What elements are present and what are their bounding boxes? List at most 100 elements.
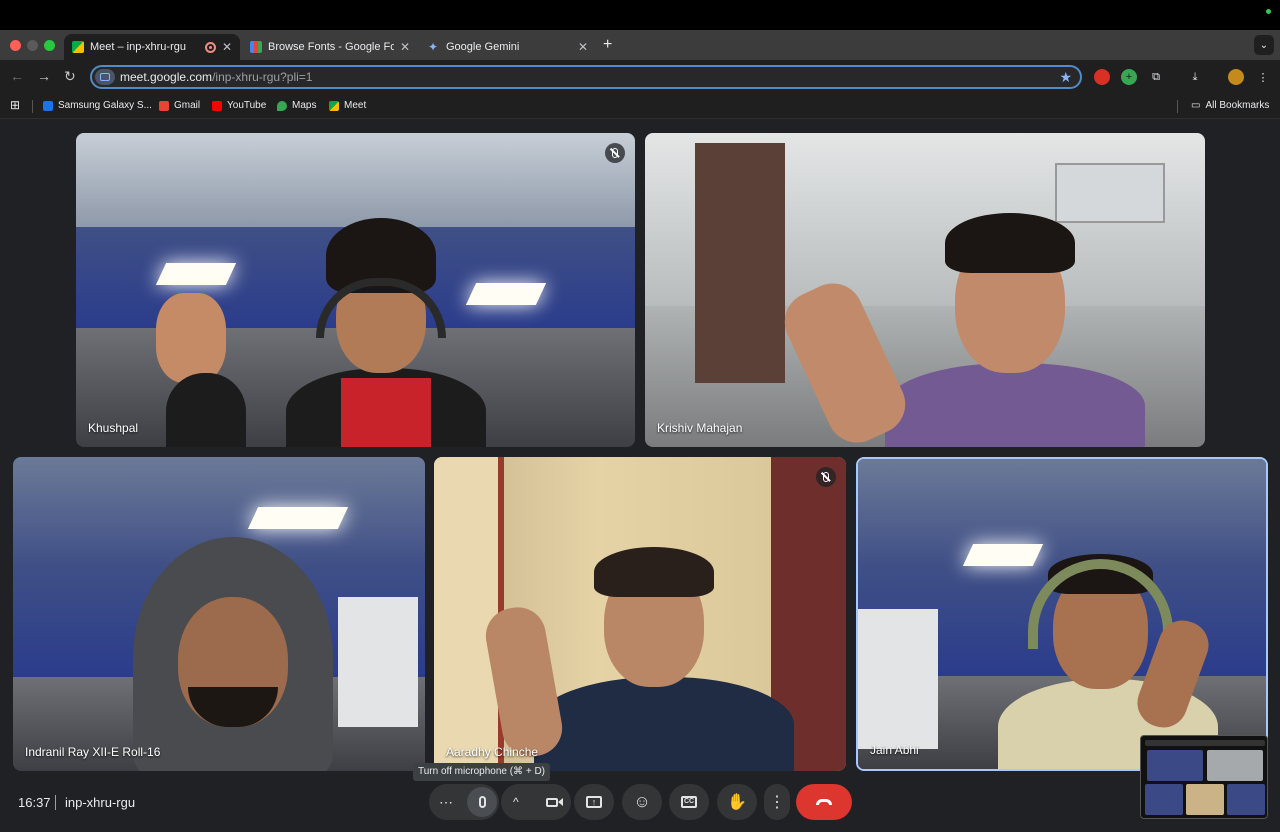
audio-controls: ⋯ bbox=[429, 784, 499, 820]
video-options-chevron-icon[interactable]: ^ bbox=[513, 795, 519, 809]
end-call-icon bbox=[816, 799, 832, 805]
participant-video bbox=[481, 547, 794, 771]
participant-name: Aaradhy Chinche bbox=[446, 745, 539, 759]
participant-tile-krishiv-mahajan[interactable]: Krishiv Mahajan bbox=[645, 133, 1205, 447]
minimize-window-button[interactable] bbox=[27, 40, 38, 51]
cc-icon: CC bbox=[681, 796, 697, 808]
participant-video bbox=[286, 218, 486, 447]
video-icon bbox=[557, 798, 563, 806]
close-tab-icon[interactable]: ✕ bbox=[578, 40, 588, 54]
meeting-code: inp-xhru-rgu bbox=[65, 795, 136, 810]
bookmark-samsung[interactable]: Samsung Galaxy S... bbox=[43, 100, 152, 111]
bookmark-label: YouTube bbox=[227, 100, 267, 111]
profile-avatar[interactable] bbox=[1228, 69, 1244, 85]
bookmarks-divider bbox=[1177, 100, 1178, 113]
fullscreen-window-button[interactable] bbox=[44, 40, 55, 51]
tab-search-button[interactable]: ⌄ bbox=[1254, 35, 1274, 55]
muted-mic-icon bbox=[816, 467, 836, 487]
camera-indicator-icon bbox=[1266, 9, 1271, 14]
raise-hand-button[interactable]: ✋ bbox=[717, 784, 757, 820]
close-tab-icon[interactable]: ✕ bbox=[400, 40, 410, 54]
microphone-tooltip: Turn off microphone (⌘ + D) bbox=[413, 763, 550, 781]
participant-tile-aaradhy-chinche[interactable]: Aaradhy Chinche bbox=[434, 457, 846, 771]
tab-meet[interactable]: Meet – inp-xhru-rgu ✕ bbox=[64, 34, 240, 60]
video-background bbox=[76, 133, 635, 228]
all-bookmarks-button[interactable]: ▭ All Bookmarks bbox=[1191, 100, 1269, 111]
bookmark-label: Meet bbox=[344, 100, 367, 111]
video-background bbox=[858, 609, 938, 749]
leave-call-button[interactable] bbox=[796, 784, 852, 820]
microphone-button[interactable] bbox=[467, 787, 497, 817]
participant-name: Indranil Ray XII-E Roll-16 bbox=[25, 745, 161, 759]
back-button[interactable]: ← bbox=[10, 68, 24, 84]
camera-button[interactable] bbox=[539, 787, 569, 817]
participant-tile-indranil-ray[interactable]: Indranil Ray XII-E Roll-16 bbox=[13, 457, 425, 771]
bookmarks-bar: ⊞ Samsung Galaxy S... Gmail YouTube Maps… bbox=[0, 94, 1280, 119]
participant-video bbox=[774, 213, 1145, 447]
participant-video bbox=[146, 293, 246, 447]
video-controls: ^ bbox=[501, 784, 571, 820]
new-tab-button[interactable]: + bbox=[603, 36, 612, 54]
more-vert-icon: ⋮ bbox=[769, 794, 785, 811]
participant-name: Jain Abhi bbox=[870, 743, 919, 757]
meet-icon bbox=[329, 100, 339, 111]
close-tab-icon[interactable]: ✕ bbox=[222, 40, 232, 54]
bookmark-star-icon[interactable]: ★ bbox=[1059, 69, 1072, 86]
more-audio-options-icon[interactable]: ⋯ bbox=[439, 794, 453, 811]
meet-icon bbox=[72, 41, 84, 53]
close-window-button[interactable] bbox=[10, 40, 21, 51]
divider bbox=[55, 795, 56, 810]
tab-label: Browse Fonts - Google Fonts bbox=[268, 41, 394, 53]
system-menubar bbox=[0, 0, 1280, 30]
folder-icon: ▭ bbox=[1191, 100, 1201, 111]
video-background bbox=[155, 263, 237, 285]
tab-gemini[interactable]: ✦ Google Gemini ✕ bbox=[420, 34, 596, 60]
participant-tile-jain-abhi[interactable]: Jain Abhi bbox=[856, 457, 1268, 771]
forward-button[interactable]: → bbox=[37, 68, 51, 84]
more-options-button[interactable]: ⋮ bbox=[764, 784, 790, 820]
apps-grid-icon[interactable]: ⊞ bbox=[10, 98, 20, 112]
call-controls-bar: 16:37 inp-xhru-rgu ⋯ ^ ↑ ☺ CC ✋ ⋮ bbox=[0, 782, 1280, 832]
meeting-time: 16:37 bbox=[18, 795, 51, 810]
extension-green-icon[interactable]: + bbox=[1121, 69, 1137, 85]
video-background bbox=[338, 597, 418, 727]
video-background bbox=[247, 507, 349, 529]
tab-strip: Meet – inp-xhru-rgu ✕ Browse Fonts - Goo… bbox=[0, 30, 1280, 60]
present-icon: ↑ bbox=[586, 796, 602, 808]
reload-button[interactable]: ↻ bbox=[64, 68, 76, 85]
bookmark-gmail[interactable]: Gmail bbox=[159, 100, 200, 111]
recording-icon bbox=[204, 41, 216, 53]
reactions-button[interactable]: ☺ bbox=[622, 784, 662, 820]
captions-button[interactable]: CC bbox=[669, 784, 709, 820]
bookmark-label: Samsung Galaxy S... bbox=[58, 100, 152, 111]
bookmark-youtube[interactable]: YouTube bbox=[212, 100, 266, 111]
present-screen-button[interactable]: ↑ bbox=[574, 784, 614, 820]
participant-name: Krishiv Mahajan bbox=[657, 421, 743, 435]
all-bookmarks-label: All Bookmarks bbox=[1205, 100, 1270, 111]
mic-icon bbox=[478, 796, 486, 808]
downloads-icon[interactable]: ⤓ bbox=[1187, 69, 1203, 85]
site-info-icon[interactable] bbox=[95, 69, 115, 85]
url-path: /inp-xhru-rgu?pli=1 bbox=[212, 70, 313, 84]
participant-tile-khushpal[interactable]: Khushpal bbox=[76, 133, 635, 447]
extension-red-icon[interactable] bbox=[1094, 69, 1110, 85]
tab-label: Meet – inp-xhru-rgu bbox=[90, 41, 186, 53]
address-bar[interactable]: meet.google.com/inp-xhru-rgu?pli=1 ★ bbox=[90, 65, 1082, 89]
muted-mic-icon bbox=[605, 143, 625, 163]
bookmark-label: Gmail bbox=[174, 100, 201, 111]
bookmark-meet[interactable]: Meet bbox=[329, 100, 366, 111]
browser-menu-icon[interactable]: ⋮ bbox=[1255, 69, 1271, 85]
gmail-icon bbox=[159, 100, 169, 111]
tab-google-fonts[interactable]: Browse Fonts - Google Fonts ✕ bbox=[242, 34, 418, 60]
video-icon bbox=[545, 797, 558, 807]
browser-toolbar: ← → ↻ meet.google.com/inp-xhru-rgu?pli=1… bbox=[0, 60, 1280, 94]
participant-video bbox=[133, 537, 333, 771]
video-background bbox=[695, 143, 785, 383]
samsung-icon bbox=[43, 100, 53, 111]
gemini-icon: ✦ bbox=[428, 40, 439, 54]
bookmarks-divider bbox=[32, 100, 33, 113]
hand-icon: ✋ bbox=[727, 794, 747, 811]
google-fonts-icon bbox=[250, 41, 262, 53]
bookmark-maps[interactable]: Maps bbox=[277, 100, 316, 111]
extensions-puzzle-icon[interactable]: ⧉ bbox=[1148, 69, 1164, 85]
